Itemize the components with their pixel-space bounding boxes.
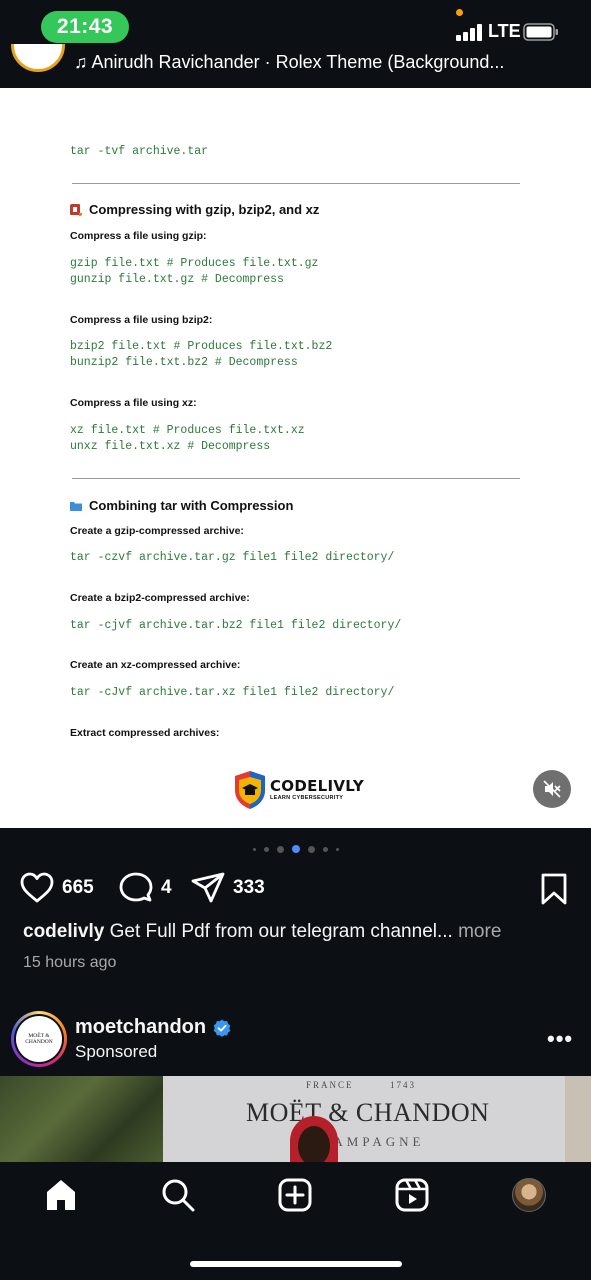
ad-brand-text: MOËT & CHANDON	[246, 1098, 490, 1127]
carousel-dot	[322, 846, 328, 852]
send-icon[interactable]	[191, 872, 225, 904]
ad-image[interactable]: FRANCE 1743 MOËT & CHANDON HAMPAGNE	[0, 1076, 591, 1162]
subheading: Create an xz-compressed archive:	[70, 659, 241, 671]
subheading: Create a bzip2-compressed archive:	[70, 592, 250, 604]
nav-create[interactable]	[277, 1177, 313, 1213]
subheading: Extract compressed archives:	[70, 727, 220, 739]
like-group: 665	[20, 872, 94, 904]
mic-indicator-dot	[456, 9, 463, 16]
reel-audio-title[interactable]: ♫ Anirudh Ravichander · Rolex Theme (Bac…	[74, 52, 504, 73]
divider	[72, 183, 520, 184]
logo-tagline: LEARN CYBERSECURITY	[270, 794, 344, 801]
mute-button[interactable]	[533, 770, 571, 808]
ad-person-head	[298, 1126, 330, 1162]
bookmark-icon[interactable]	[540, 873, 568, 905]
carousel-dot-active	[291, 845, 300, 853]
code-line: unxz file.txt.xz # Decompress	[70, 440, 271, 453]
folder-icon	[70, 501, 82, 511]
home-icon	[47, 1180, 75, 1210]
sponsored-label: Sponsored	[75, 1042, 158, 1061]
verified-badge-icon	[213, 1019, 231, 1037]
sponsor-avatar-text: MOËT & CHANDON	[16, 1016, 62, 1062]
nav-home[interactable]	[43, 1177, 79, 1213]
code-line: tar -czvf archive.tar.gz file1 file2 dir…	[70, 551, 395, 564]
carousel-dot	[307, 845, 315, 853]
ad-text-france: FRANCE	[306, 1080, 354, 1090]
nav-profile[interactable]	[511, 1177, 547, 1213]
cellular-signal-icon	[456, 24, 482, 41]
heart-icon[interactable]	[20, 872, 54, 904]
nav-search[interactable]	[160, 1177, 196, 1213]
caption-username[interactable]: codelivly	[23, 921, 104, 942]
section-heading: Combining tar with Compression	[70, 498, 293, 513]
code-line: tar -cJvf archive.tar.xz file1 file2 dir…	[70, 686, 395, 699]
carousel-indicator	[0, 842, 591, 856]
section-heading-text: Compressing with gzip, bzip2, and xz	[89, 202, 320, 217]
profile-avatar	[512, 1178, 546, 1212]
section-heading: Compressing with gzip, bzip2, and xz	[70, 202, 319, 217]
subheading: Compress a file using xz:	[70, 397, 197, 409]
reels-icon	[395, 1178, 429, 1212]
reel-avatar[interactable]	[11, 44, 65, 72]
shield-logo-icon	[235, 771, 265, 809]
like-count[interactable]: 665	[62, 877, 94, 899]
carousel-dot	[335, 847, 339, 851]
nav-reels[interactable]	[394, 1177, 430, 1213]
logo-name: CODELIVLY	[270, 776, 364, 795]
status-time: 21:43	[41, 11, 129, 43]
ad-text-year: 1743	[390, 1080, 416, 1090]
ad-foliage	[0, 1076, 163, 1162]
carousel-dot	[276, 845, 284, 853]
subheading: Create a gzip-compressed archive:	[70, 525, 244, 537]
post-timestamp: 15 hours ago	[23, 954, 117, 971]
code-line: gunzip file.txt.gz # Decompress	[70, 273, 284, 286]
sponsor-username[interactable]: moetchandon	[75, 1016, 206, 1039]
caption-more-link[interactable]: more	[458, 921, 501, 942]
sponsor-avatar[interactable]: MOËT & CHANDON	[11, 1011, 67, 1067]
divider	[72, 478, 520, 479]
code-line: xz file.txt # Produces file.txt.xz	[70, 424, 305, 437]
bottom-navigation	[0, 1162, 591, 1280]
code-line: tar -cjvf archive.tar.bz2 file1 file2 di…	[70, 619, 402, 632]
battery-icon	[523, 23, 558, 41]
comment-count[interactable]: 4	[161, 877, 172, 899]
carousel-dot	[263, 846, 269, 852]
network-type: LTE	[488, 21, 521, 41]
speaker-muted-icon	[543, 780, 561, 798]
caption-text: Get Full Pdf from our telegram channel..…	[109, 921, 453, 942]
subheading: Compress a file using gzip:	[70, 230, 207, 242]
share-group: 333	[191, 872, 265, 904]
add-post-icon	[278, 1178, 312, 1212]
carousel-dot	[252, 847, 256, 851]
home-indicator[interactable]	[190, 1261, 402, 1267]
reel-header: ♫ Anirudh Ravichander · Rolex Theme (Bac…	[0, 44, 591, 88]
code-line: tar -tvf archive.tar	[70, 145, 209, 158]
more-options-icon[interactable]: •••	[547, 1026, 573, 1052]
post-image[interactable]: tar -tvf archive.tar Compressing with gz…	[0, 88, 591, 828]
share-count[interactable]: 333	[233, 877, 265, 899]
post-caption[interactable]: codelivly Get Full Pdf from our telegram…	[23, 921, 573, 943]
post-action-bar: 665 4 333	[0, 866, 591, 910]
code-line: bunzip2 file.txt.bz2 # Decompress	[70, 356, 298, 369]
codelivly-logo: CODELIVLY LEARN CYBERSECURITY	[233, 770, 364, 810]
ad-wall	[565, 1076, 591, 1162]
search-icon	[162, 1179, 195, 1212]
compress-icon	[70, 203, 82, 216]
code-line: gzip file.txt # Produces file.txt.gz	[70, 257, 319, 270]
section-heading-text: Combining tar with Compression	[89, 498, 294, 513]
sponsor-username-row[interactable]: moetchandon	[75, 1016, 231, 1039]
comment-group: 4	[119, 872, 172, 904]
code-line: bzip2 file.txt # Produces file.txt.bz2	[70, 340, 333, 353]
comment-icon[interactable]	[119, 872, 153, 904]
subheading: Compress a file using bzip2:	[70, 314, 213, 326]
